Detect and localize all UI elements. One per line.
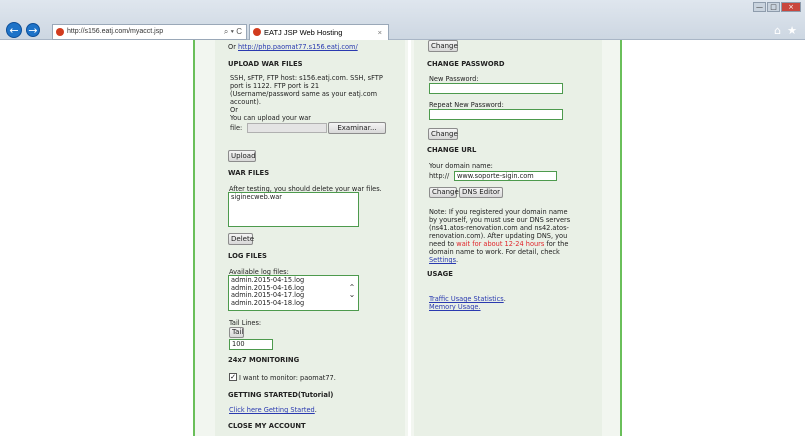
site-favicon-icon <box>56 28 64 36</box>
getting-started-suffix: . <box>314 406 317 414</box>
browser-tab[interactable]: EATJ JSP Web Hosting × <box>249 24 389 40</box>
forward-button[interactable]: → <box>26 23 40 37</box>
tab-title: EATJ JSP Web Hosting <box>264 28 343 37</box>
change-password-button[interactable]: Change <box>428 128 458 140</box>
log-files-list[interactable]: admin.2015-04-15.log admin.2015-04-16.lo… <box>228 275 359 311</box>
favorites-star-icon[interactable]: ★ <box>787 24 797 37</box>
dns-editor-button[interactable]: DNS Editor <box>459 187 503 198</box>
address-url: http://s156.eatj.com/myacct.jsp <box>67 28 164 35</box>
change-url-heading: CHANGE URL <box>427 146 477 154</box>
new-password-label: New Password: <box>429 75 479 83</box>
wait-suffix: for the <box>544 240 569 248</box>
log-file-item[interactable]: admin.2015-04-18.log <box>231 299 356 308</box>
traffic-suffix: . <box>503 295 506 303</box>
new-password-field[interactable] <box>429 83 563 94</box>
scroll-down-chevron-icon[interactable]: ⌄ <box>347 290 357 299</box>
change-url-button[interactable]: Change <box>429 187 459 198</box>
monitor-checkbox[interactable]: ✓ <box>229 373 237 381</box>
browser-chrome: ← → http://s156.eatj.com/myacct.jsp ⌕ ▾ … <box>0 0 805 40</box>
close-window-button[interactable]: × <box>781 2 801 12</box>
domain-name-label: Your domain name: <box>429 162 493 170</box>
getting-started-line: Click here Getting Started. <box>229 406 317 414</box>
maximize-button[interactable]: □ <box>767 2 780 12</box>
file-path-field[interactable] <box>247 123 327 133</box>
war-files-list[interactable]: siginecweb.war <box>228 192 359 227</box>
delete-button[interactable]: Delete <box>228 233 254 245</box>
upload-line-5: Or <box>230 106 238 114</box>
upload-line-3: (Username/password same as your eatj.com <box>230 90 378 98</box>
getting-started-heading: GETTING STARTED(Tutorial) <box>228 391 334 399</box>
upload-heading: UPLOAD WAR FILES <box>228 60 303 68</box>
account-page: Or http://php.paomat77.s156.eatj.com/ UP… <box>193 40 622 436</box>
memory-line: Memory Usage. <box>429 303 481 311</box>
column-divider <box>408 40 411 436</box>
tab-favicon-icon <box>253 28 261 36</box>
monitor-checkbox-label: I want to monitor: paomat77. <box>239 374 336 382</box>
file-label: file: <box>230 124 243 132</box>
browse-button[interactable]: Examinar... <box>328 122 386 134</box>
address-controls-icon[interactable]: ⌕ ▾ C <box>224 25 242 39</box>
repeat-password-field[interactable] <box>429 109 563 120</box>
dns-note-line-1: Note: If you registered your domain name <box>429 208 568 216</box>
settings-suffix: . <box>456 256 459 264</box>
settings-line: Settings. <box>429 256 458 264</box>
traffic-usage-link[interactable]: Traffic Usage Statistics <box>429 295 504 303</box>
upload-line-6: You can upload your war <box>230 114 312 122</box>
tail-lines-label: Tail Lines: <box>229 319 262 327</box>
php-url-prefix: Or <box>228 43 238 51</box>
log-files-heading: LOG FILES <box>228 252 267 260</box>
usage-heading: USAGE <box>427 270 453 278</box>
back-button[interactable]: ← <box>6 22 22 38</box>
war-file-item[interactable]: siginecweb.war <box>231 193 356 202</box>
wait-warning: wait for about 12-24 hours <box>456 240 545 248</box>
settings-link[interactable]: Settings <box>429 256 456 264</box>
tail-lines-input[interactable]: 100 <box>229 339 273 350</box>
getting-started-link[interactable]: Click here Getting Started <box>229 406 315 414</box>
home-icon[interactable]: ⌂ <box>774 24 781 37</box>
dns-note-line-6: domain name to work. For detail, check <box>429 248 560 256</box>
upload-line-4: account). <box>230 98 261 106</box>
wait-prefix: need to <box>429 240 457 248</box>
dns-note-line-5: need to wait for about 12-24 hours for t… <box>429 240 568 248</box>
log-list-scrollbar[interactable]: ⌃ ⌄ <box>347 277 357 309</box>
php-url-link[interactable]: http://php.paomat77.s156.eatj.com/ <box>238 43 358 51</box>
memory-usage-link[interactable]: Memory Usage. <box>429 303 481 311</box>
back-arrow-icon: ← <box>9 24 19 37</box>
upload-line-2: port is 1122. FTP port is 21 <box>230 82 320 90</box>
address-bar[interactable]: http://s156.eatj.com/myacct.jsp ⌕ ▾ C <box>52 24 247 40</box>
tab-close-icon[interactable]: × <box>378 25 382 40</box>
window-controls: — □ × <box>753 2 801 12</box>
domain-name-field[interactable]: www.soporte-sigin.com <box>454 171 557 181</box>
forward-arrow-icon: → <box>28 24 38 37</box>
traffic-line: Traffic Usage Statistics. <box>429 295 506 303</box>
php-url-line: Or http://php.paomat77.s156.eatj.com/ <box>228 43 358 51</box>
change-button-top[interactable]: Change <box>428 40 458 52</box>
dns-note-line-4: renovation.com). After updating DNS, you <box>429 232 568 240</box>
repeat-password-label: Repeat New Password: <box>429 101 504 109</box>
tail-button[interactable]: Tail <box>229 327 244 338</box>
change-password-heading: CHANGE PASSWORD <box>427 60 505 68</box>
dns-note-line-2: by yourself, you must use our DNS server… <box>429 216 571 224</box>
war-files-heading: WAR FILES <box>228 169 270 177</box>
dns-note-line-3: (ns41.atos-renovation.com and ns42.atos- <box>429 224 569 232</box>
minimize-button[interactable]: — <box>753 2 766 12</box>
toolbar-icons: ⌂ ★ <box>774 24 797 37</box>
http-prefix: http:// <box>429 172 450 180</box>
upload-line-1: SSH, sFTP, FTP host: s156.eatj.com. SSH,… <box>230 74 383 82</box>
close-account-heading: CLOSE MY ACCOUNT <box>228 422 306 430</box>
upload-button[interactable]: Upload <box>228 150 256 162</box>
monitoring-heading: 24x7 MONITORING <box>228 356 300 364</box>
